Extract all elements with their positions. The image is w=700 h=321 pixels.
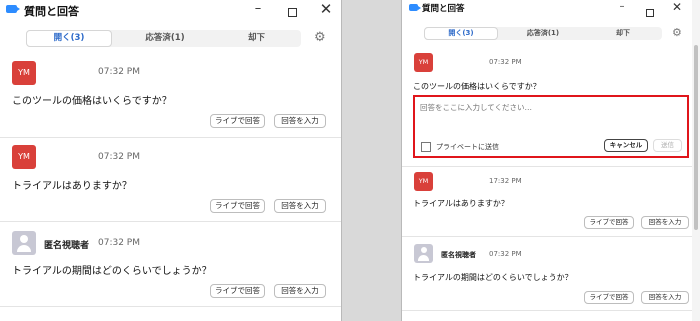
question-text: このツールの価格はいくらですか？ xyxy=(413,82,541,91)
tab-open[interactable]: 開く(3) xyxy=(424,27,498,40)
question-time: 07:32 PM xyxy=(98,67,140,77)
tab-open[interactable]: 開く(3) xyxy=(26,30,112,47)
answer-live-button[interactable]: ライブで回答 xyxy=(210,199,265,213)
send-button[interactable]: 送信 xyxy=(653,139,682,152)
type-answer-button[interactable]: 回答を入力 xyxy=(641,291,689,304)
qa-window-right: 質問と回答 – ✕ 開く(3) 応答済(1) 却下 ⚙ YM 07:32 PM … xyxy=(401,0,700,321)
type-answer-button[interactable]: 回答を入力 xyxy=(274,114,326,128)
tab-dismissed[interactable]: 却下 xyxy=(212,30,301,47)
gear-icon[interactable]: ⚙ xyxy=(314,30,326,45)
divider xyxy=(402,166,700,167)
question-text: トライアルの期間はどのくらいでしょうか？ xyxy=(413,273,573,282)
divider xyxy=(0,221,341,222)
divider xyxy=(402,236,700,237)
anonymous-avatar-icon xyxy=(414,244,433,263)
tab-bar: 開く(3) 応答済(1) 却下 xyxy=(424,27,662,40)
gear-icon[interactable]: ⚙ xyxy=(672,26,682,39)
answer-live-button[interactable]: ライブで回答 xyxy=(210,114,265,128)
minimize-icon[interactable]: – xyxy=(612,1,632,19)
private-checkbox[interactable] xyxy=(421,142,431,152)
type-answer-button[interactable]: 回答を入力 xyxy=(641,216,689,229)
qa-window-left: 質問と回答 – ✕ 開く(3) 応答済(1) 却下 ⚙ YM 07:32 PM … xyxy=(0,0,342,321)
answer-live-button[interactable]: ライブで回答 xyxy=(210,284,265,298)
window-title: 質問と回答 xyxy=(24,5,79,18)
scrollbar[interactable] xyxy=(692,0,700,321)
zoom-app-icon xyxy=(409,4,421,11)
avatar: YM xyxy=(12,61,36,85)
private-checkbox-label: プライベートに送信 xyxy=(436,143,499,151)
answer-input[interactable] xyxy=(420,100,680,114)
title-bar: 質問と回答 – ✕ xyxy=(0,0,341,22)
avatar: YM xyxy=(12,145,36,169)
tab-answered[interactable]: 応答済(1) xyxy=(502,27,584,40)
answer-box: プライベートに送信 キャンセル 送信 xyxy=(413,95,689,158)
tab-answered[interactable]: 応答済(1) xyxy=(118,30,212,47)
questioner-name: 匿名視聴者 xyxy=(44,241,90,251)
maximize-icon[interactable] xyxy=(282,2,302,20)
question-text: トライアルはありますか？ xyxy=(12,181,132,192)
title-bar: 質問と回答 – ✕ xyxy=(402,0,700,22)
maximize-icon[interactable] xyxy=(640,2,660,20)
divider xyxy=(0,306,341,307)
scrollbar-thumb[interactable] xyxy=(694,45,698,230)
type-answer-button[interactable]: 回答を入力 xyxy=(274,199,326,213)
divider xyxy=(0,137,341,138)
tab-dismissed[interactable]: 却下 xyxy=(584,27,662,40)
close-icon[interactable]: ✕ xyxy=(667,0,687,18)
type-answer-button[interactable]: 回答を入力 xyxy=(274,284,326,298)
questioner-name: 匿名視聴者 xyxy=(441,251,476,259)
question-time: 17:32 PM xyxy=(489,177,522,185)
question-time: 07:32 PM xyxy=(98,152,140,162)
anonymous-avatar-icon xyxy=(12,231,36,255)
question-time: 07:32 PM xyxy=(489,58,522,66)
tab-bar: 開く(3) 応答済(1) 却下 xyxy=(26,30,301,47)
divider xyxy=(402,310,700,311)
question-text: トライアルはありますか？ xyxy=(413,199,509,208)
answer-live-button[interactable]: ライブで回答 xyxy=(584,216,634,229)
question-text: このツールの価格はいくらですか？ xyxy=(12,96,172,107)
question-time: 07:32 PM xyxy=(489,250,522,258)
avatar: YM xyxy=(414,53,433,72)
avatar: YM xyxy=(414,172,433,191)
zoom-app-icon xyxy=(6,5,20,13)
answer-live-button[interactable]: ライブで回答 xyxy=(584,291,634,304)
question-text: トライアルの期間はどのくらいでしょうか？ xyxy=(12,266,212,277)
minimize-icon[interactable]: – xyxy=(248,1,268,19)
window-title: 質問と回答 xyxy=(422,4,465,14)
close-icon[interactable]: ✕ xyxy=(316,0,336,18)
cancel-button[interactable]: キャンセル xyxy=(604,139,648,152)
question-time: 07:32 PM xyxy=(98,238,140,248)
